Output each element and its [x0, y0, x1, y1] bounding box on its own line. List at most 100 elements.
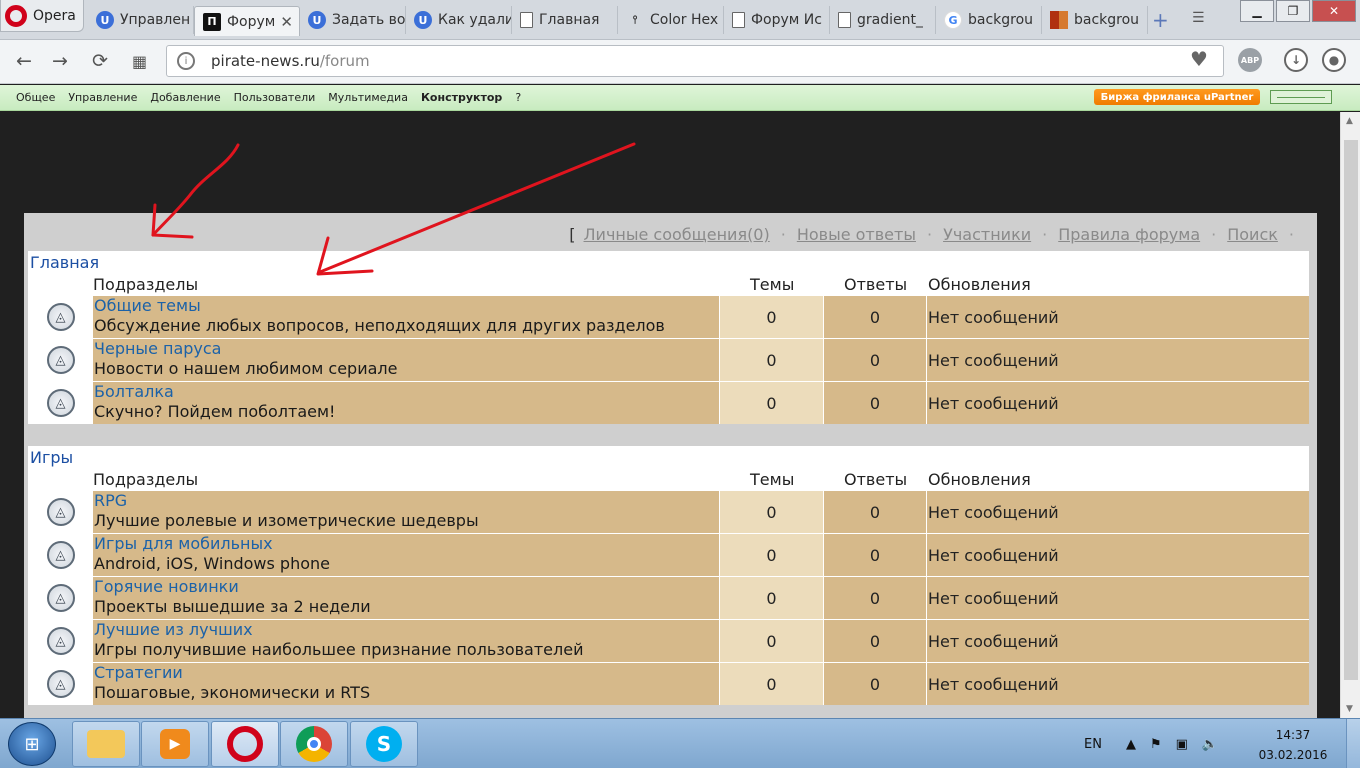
nav-link-2[interactable]: Участники	[943, 225, 1031, 244]
tab-0[interactable]: U Управлен	[88, 6, 194, 34]
taskbar-file-explorer[interactable]	[72, 721, 140, 767]
volume-icon[interactable]: 🔈	[1202, 737, 1218, 752]
taskbar-skype[interactable]: S	[350, 721, 418, 767]
tab-2[interactable]: U Задать во	[300, 6, 406, 34]
action-center-icon[interactable]: ⚑	[1150, 737, 1162, 752]
nav-link-0[interactable]: Личные сообщения(0)	[584, 225, 770, 244]
forum-name-link[interactable]: Горячие новинки	[94, 577, 239, 596]
tab-3[interactable]: U Как удали	[406, 6, 512, 34]
nav-bracket: [	[569, 225, 576, 244]
forum-name-link[interactable]: Общие темы	[94, 296, 201, 315]
tray-expand-icon[interactable]: ▲	[1126, 737, 1136, 752]
vertical-scrollbar[interactable]: ▲ ▼	[1340, 112, 1360, 718]
column-header-updates: Обновления	[928, 470, 1031, 489]
taskbar-opera[interactable]	[211, 721, 279, 767]
tab-4[interactable]: Главная	[512, 6, 618, 34]
forum-status-cell: ◬	[28, 382, 93, 424]
forum-name-link[interactable]: Черные паруса	[94, 339, 221, 358]
nav-link-3[interactable]: Правила форума	[1058, 225, 1200, 244]
start-button[interactable]: ⊞	[8, 722, 56, 766]
forum-status-cell: ◬	[28, 577, 93, 619]
scrollbar-thumb[interactable]	[1344, 140, 1358, 680]
close-window-button[interactable]: ✕	[1312, 0, 1356, 22]
column-header-subsections: Подразделы	[93, 470, 199, 489]
opera-menu-button[interactable]: Opera	[0, 0, 84, 32]
panel-item-6[interactable]: ?	[515, 91, 521, 104]
forum-row: ◬ Болталка Скучно? Пойдем поболтаем! 0 0 Нет …	[28, 381, 1309, 424]
address-bar[interactable]: i pirate-news.ru/forum	[166, 45, 1224, 77]
category-title[interactable]: Игры	[28, 446, 1309, 468]
download-icon[interactable]: ↓	[1284, 48, 1308, 72]
nav-separator: ·	[1211, 225, 1217, 244]
forum-info-cell: Общие темы Обсуждение любых вопросов, неп…	[93, 296, 719, 338]
tab-8[interactable]: Gbackgrou	[936, 6, 1042, 34]
last-update: Нет сообщений	[927, 491, 1309, 533]
window-controls: ▁ ❐ ✕	[1238, 0, 1356, 22]
panel-slider[interactable]	[1270, 90, 1332, 104]
heart-bookmark-icon[interactable]: ♥	[1190, 47, 1208, 71]
forum-info-cell: RPG Лучшие ролевые и изометрические шедев…	[93, 491, 719, 533]
forum-name-link[interactable]: RPG	[94, 491, 127, 510]
forward-arrow-icon[interactable]: →	[52, 50, 68, 72]
ucoz-icon: U	[414, 11, 432, 29]
panel-item-0[interactable]: Общее	[16, 91, 55, 104]
scroll-down-icon[interactable]: ▼	[1346, 704, 1353, 714]
nav-separator: ·	[1042, 225, 1048, 244]
scroll-up-icon[interactable]: ▲	[1346, 116, 1353, 126]
reload-icon[interactable]: ⟳	[92, 50, 108, 72]
topics-count: 0	[720, 577, 823, 619]
language-indicator[interactable]: EN	[1084, 737, 1102, 752]
back-arrow-icon[interactable]: ←	[16, 50, 32, 72]
minimize-button[interactable]: ▁	[1240, 0, 1274, 22]
ucoz-icon: U	[96, 11, 114, 29]
address-toolbar: ← → ⟳ ▦ i pirate-news.ru/forum	[0, 40, 1360, 84]
tab-menu-icon[interactable]: ☰	[1192, 10, 1205, 26]
tab-list: U Управлен П Форум ✕ U Задать во U Как удали Глав…	[88, 6, 1148, 40]
tab-label: Задать во	[332, 12, 405, 28]
upartner-button[interactable]: Биржа фриланса uPartner	[1094, 89, 1260, 105]
skype-icon: S	[366, 726, 402, 762]
url-text[interactable]: pirate-news.ru/forum	[211, 52, 370, 70]
forum-name-link[interactable]: Лучшие из лучших	[94, 620, 253, 639]
forum-name-link[interactable]: Болталка	[94, 382, 174, 401]
tab-9[interactable]: backgrou	[1042, 6, 1148, 34]
replies-count: 0	[824, 339, 926, 381]
tab-1[interactable]: П Форум ✕	[194, 6, 300, 36]
close-tab-icon[interactable]: ✕	[280, 13, 293, 31]
file-explorer-icon	[87, 730, 125, 758]
nav-separator: ·	[926, 225, 933, 244]
forum-name-link[interactable]: Стратегии	[94, 663, 183, 682]
nav-link-4[interactable]: Поиск	[1227, 225, 1278, 244]
panel-item-4[interactable]: Мультимедиа	[328, 91, 408, 104]
network-icon[interactable]: ▣	[1176, 737, 1188, 752]
account-icon[interactable]: ●	[1322, 48, 1346, 72]
category-title[interactable]: Главная	[28, 251, 1309, 273]
new-tab-button[interactable]: +	[1152, 8, 1169, 32]
panel-item-1[interactable]: Управление	[68, 91, 137, 104]
tab-6[interactable]: Форум Ис	[724, 6, 830, 34]
speed-dial-icon[interactable]: ▦	[132, 52, 147, 71]
replies-count: 0	[824, 577, 926, 619]
taskbar-clock[interactable]: 14:37 03.02.2016	[1258, 725, 1328, 765]
forum-top-nav: [ Личные сообщения(0) · Новые ответы · Участн…	[569, 225, 1305, 244]
adblock-plus-icon[interactable]: ABP	[1238, 48, 1262, 72]
maximize-button[interactable]: ❐	[1276, 0, 1310, 22]
site-info-icon[interactable]: i	[177, 52, 195, 70]
panel-item-3[interactable]: Пользователи	[234, 91, 316, 104]
panel-item-2[interactable]: Добавление	[150, 91, 220, 104]
last-update: Нет сообщений	[927, 577, 1309, 619]
tab-7[interactable]: gradient_	[830, 6, 936, 34]
tab-5[interactable]: ⫯ Color Hex	[618, 6, 724, 34]
column-header-replies: Ответы	[844, 470, 908, 489]
replies-count: 0	[824, 382, 926, 424]
forum-favicon: П	[203, 12, 221, 31]
nav-link-1[interactable]: Новые ответы	[797, 225, 916, 244]
forum-name-link[interactable]: Игры для мобильных	[94, 534, 273, 553]
forum-status-cell: ◬	[28, 339, 93, 381]
taskbar-chrome[interactable]	[280, 721, 348, 767]
category-header-row: Подразделы Темы Ответы Обновления	[28, 468, 1309, 490]
forum-info-cell: Игры для мобильных Android, iOS, Windows …	[93, 534, 719, 576]
taskbar-media-player[interactable]: ▶	[141, 721, 209, 767]
show-desktop-button[interactable]	[1346, 719, 1360, 768]
panel-item-5[interactable]: Конструктор	[421, 91, 502, 104]
